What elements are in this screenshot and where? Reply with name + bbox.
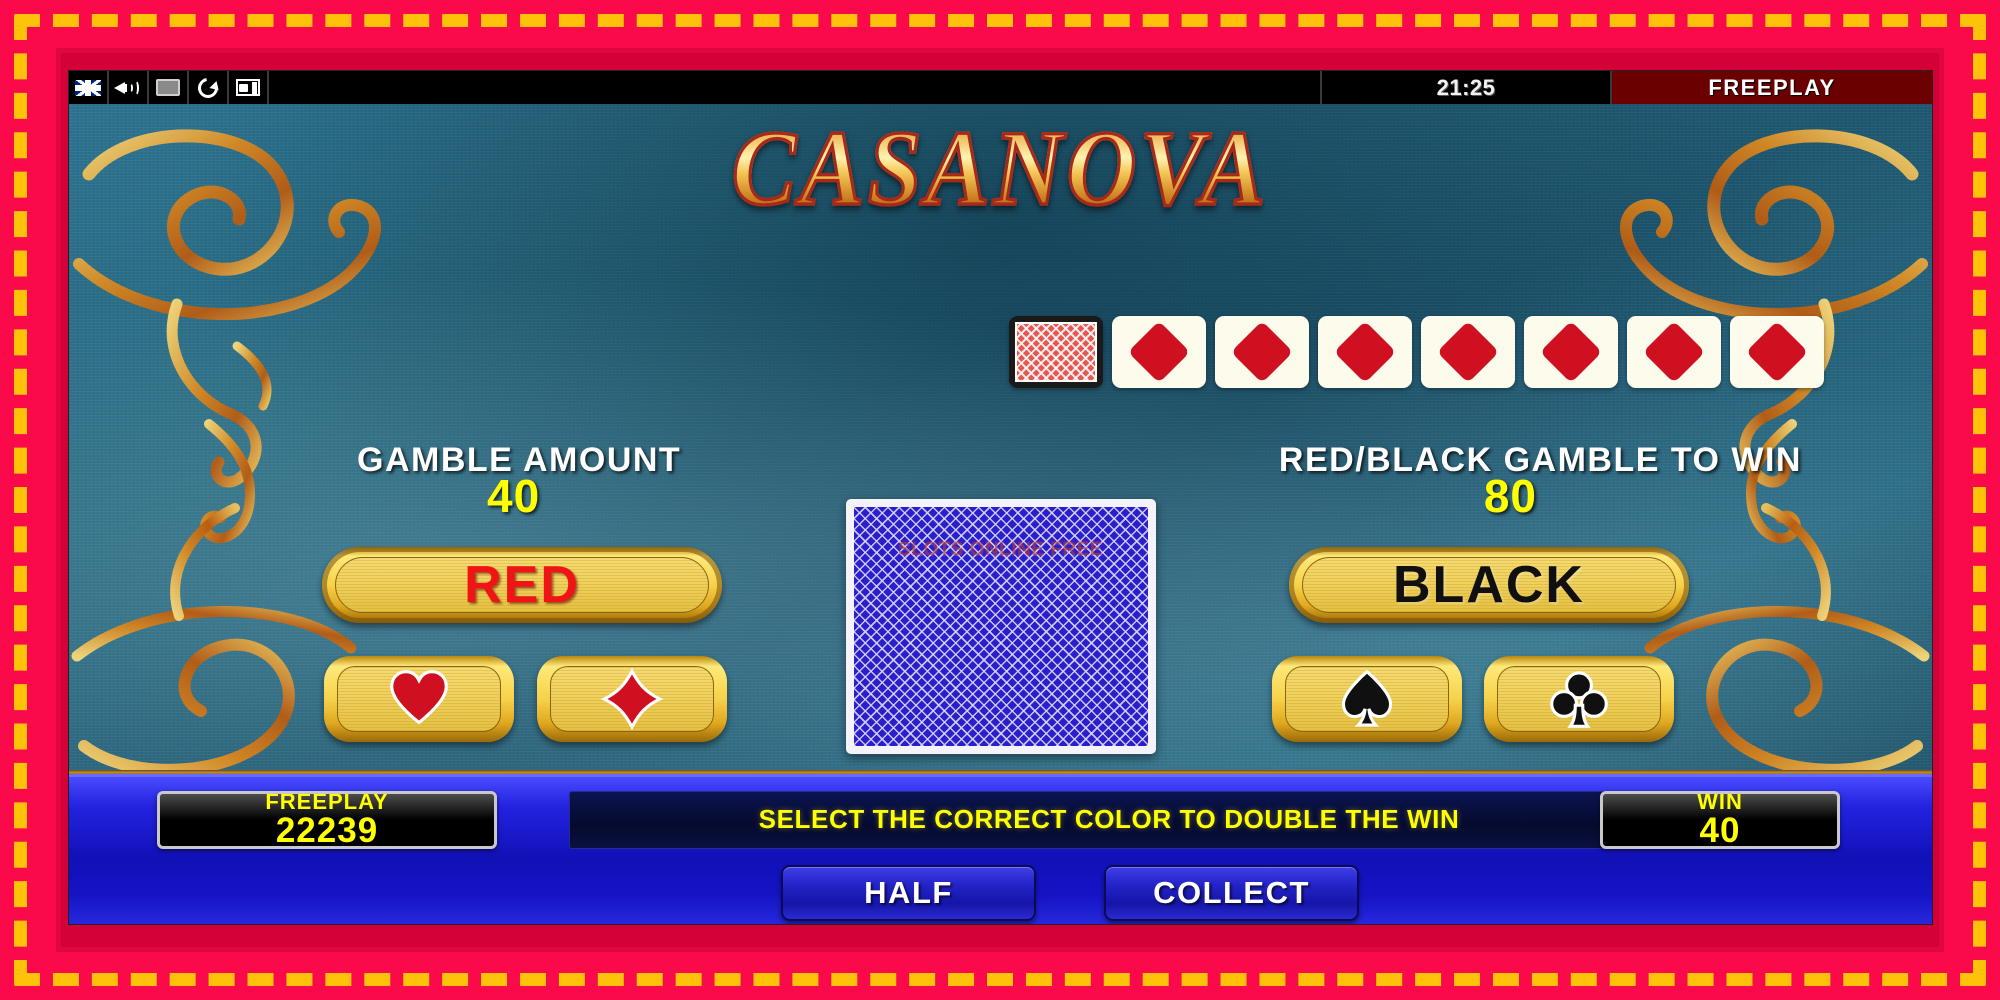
credit-meter: FREEPLAY 22239 bbox=[157, 791, 497, 849]
sound-button[interactable] bbox=[109, 71, 149, 104]
spade-icon bbox=[1341, 669, 1393, 727]
history-card bbox=[1215, 316, 1309, 388]
credit-meter-title: FREEPLAY bbox=[265, 791, 389, 814]
half-button[interactable]: HALF bbox=[781, 865, 1036, 921]
spades-button[interactable] bbox=[1272, 656, 1462, 742]
club-icon bbox=[1550, 671, 1608, 728]
screen-icon bbox=[156, 79, 180, 96]
diamond-icon bbox=[1745, 320, 1809, 384]
message-text: SELECT THE CORRECT COLOR TO DOUBLE THE W… bbox=[758, 804, 1460, 835]
card-back-face: SLOTS ONLINE FREE bbox=[853, 507, 1148, 746]
diamond-icon bbox=[600, 668, 664, 730]
card-history-strip bbox=[1009, 316, 1824, 388]
hearts-button-face bbox=[337, 666, 501, 732]
diamonds-button-face bbox=[550, 666, 714, 732]
game-logo: CASANOVA bbox=[69, 105, 1932, 229]
history-card bbox=[1730, 316, 1824, 388]
language-flag-icon bbox=[75, 79, 101, 96]
layout-button[interactable] bbox=[229, 71, 269, 104]
diamonds-button[interactable] bbox=[537, 656, 727, 742]
game-window: 21:25 FREEPLAY CASANOVA GAMBLE AMOUNT 40… bbox=[68, 70, 1933, 925]
history-card bbox=[1524, 316, 1618, 388]
dealt-card[interactable]: SLOTS ONLINE FREE bbox=[845, 499, 1156, 754]
redblack-gamble-value: 80 bbox=[1483, 470, 1537, 522]
history-card bbox=[1112, 316, 1206, 388]
history-card-back bbox=[1009, 316, 1103, 388]
black-button-face: BLACK bbox=[1302, 556, 1676, 614]
red-button[interactable]: RED bbox=[322, 547, 722, 623]
reload-button[interactable] bbox=[189, 71, 229, 104]
win-meter-value: 40 bbox=[1699, 810, 1741, 849]
hearts-button[interactable] bbox=[324, 656, 514, 742]
diamond-icon bbox=[1436, 320, 1500, 384]
diamond-icon bbox=[1127, 320, 1191, 384]
reload-icon bbox=[194, 73, 222, 102]
black-button-label: BLACK bbox=[1393, 556, 1585, 614]
gamble-amount-value: 40 bbox=[487, 470, 541, 522]
win-meter-title: WIN bbox=[1697, 791, 1743, 814]
history-card bbox=[1318, 316, 1412, 388]
red-button-face: RED bbox=[335, 556, 709, 614]
toolbar-spacer bbox=[269, 71, 1322, 104]
diamond-icon bbox=[1539, 320, 1603, 384]
half-button-label: HALF bbox=[864, 875, 953, 910]
red-button-label: RED bbox=[464, 556, 580, 614]
diamond-icon bbox=[1642, 320, 1706, 384]
spades-button-face bbox=[1285, 666, 1449, 732]
heart-icon bbox=[390, 670, 448, 725]
playfield: CASANOVA GAMBLE AMOUNT 40 RED/BLACK GAMB… bbox=[69, 104, 1932, 776]
bottom-panel: FREEPLAY 22239 SELECT THE CORRECT COLOR … bbox=[69, 774, 1932, 924]
redblack-gamble-label: RED/BLACK GAMBLE TO WIN bbox=[1278, 441, 1802, 479]
clubs-button[interactable] bbox=[1484, 656, 1674, 742]
credit-meter-value: 22239 bbox=[275, 810, 379, 849]
history-card bbox=[1627, 316, 1721, 388]
language-button[interactable] bbox=[69, 71, 109, 104]
card-back-pattern-icon bbox=[1015, 322, 1097, 382]
diamond-icon bbox=[1230, 320, 1294, 384]
clock-display: 21:25 bbox=[1322, 71, 1612, 104]
mode-badge: FREEPLAY bbox=[1612, 71, 1932, 104]
win-meter: WIN 40 bbox=[1600, 791, 1840, 849]
top-toolbar: 21:25 FREEPLAY bbox=[69, 71, 1932, 104]
card-watermark: SLOTS ONLINE FREE bbox=[898, 539, 1103, 560]
collect-button[interactable]: COLLECT bbox=[1104, 865, 1359, 921]
layout-icon bbox=[236, 79, 260, 96]
screen-mode-button[interactable] bbox=[149, 71, 189, 104]
clubs-button-face bbox=[1497, 666, 1661, 732]
diamond-icon bbox=[1333, 320, 1397, 384]
history-card bbox=[1421, 316, 1515, 388]
collect-button-label: COLLECT bbox=[1153, 875, 1310, 910]
black-button[interactable]: BLACK bbox=[1289, 547, 1689, 623]
message-box: SELECT THE CORRECT COLOR TO DOUBLE THE W… bbox=[569, 791, 1649, 849]
sound-icon bbox=[114, 79, 142, 97]
